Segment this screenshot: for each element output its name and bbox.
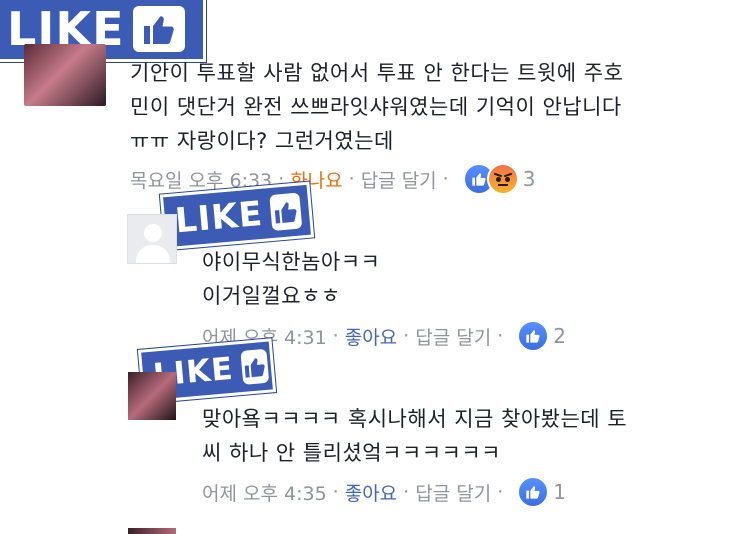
comment-time[interactable]: 어제 오후 4:35: [202, 479, 327, 506]
reply-button[interactable]: 답글 달기: [415, 323, 491, 350]
reaction-summary[interactable]: 2: [517, 320, 566, 352]
like-reaction-icon: [517, 320, 550, 352]
separator: ·: [497, 481, 504, 503]
reply-button[interactable]: 답글 달기: [415, 479, 491, 506]
comment-line: 이거일껄요ㅎㅎ: [202, 284, 341, 308]
comment-meta: 어제 오후 4:35 · 좋아요 · 답글 달기 · 1: [202, 476, 566, 508]
separator: ·: [332, 481, 339, 503]
reaction-button[interactable]: 좋아요: [345, 323, 397, 350]
angry-reaction-icon: [486, 163, 519, 195]
reaction-summary[interactable]: 3: [462, 163, 536, 195]
comment-line: 민이 댓단거 완전 쓰쁘라잇샤워였는데 기억이 안납니다: [130, 95, 622, 119]
comment-line: 씨 하나 안 틀리셨엌ㅋㅋㅋㅋㅋㅋ: [202, 441, 502, 465]
reaction-count: 2: [553, 324, 566, 348]
comment-meta: 목요일 오후 6:33 · 화나요 · 답글 달기 · 3: [130, 163, 536, 195]
separator: ·: [442, 168, 449, 190]
comment-body: 맞아욬ㅋㅋㅋㅋ 혹시나해서 지금 찾아봤는데 토 씨 하나 안 틀리셨엌ㅋㅋㅋㅋ…: [202, 402, 742, 470]
avatar-placeholder[interactable]: [127, 214, 177, 264]
avatar[interactable]: [24, 44, 106, 106]
comment-body: 야이무식한놈아ㅋㅋ 이거일껄요ㅎㅎ: [202, 245, 742, 313]
separator: ·: [332, 325, 339, 347]
reaction-count: 1: [553, 480, 566, 504]
separator: ·: [348, 168, 355, 190]
comment-line: 기안이 투표할 사람 없어서 투표 안 한다는 트윗에 주호: [130, 61, 624, 85]
like-sticker: LIKE: [159, 181, 315, 251]
comment-line: ㅠㅠ 자랑이다? 그런거였는데: [130, 129, 394, 153]
separator: ·: [497, 325, 504, 347]
avatar[interactable]: [128, 372, 176, 420]
comment-line: 맞아욬ㅋㅋㅋㅋ 혹시나해서 지금 찾아봤는데 토: [202, 407, 628, 431]
thumbs-up-icon: [269, 192, 303, 231]
comment-body: 기안이 투표할 사람 없어서 투표 안 한다는 트윗에 주호 민이 댓단거 완전…: [130, 56, 740, 158]
thumbs-up-icon: [239, 348, 269, 385]
reply-button[interactable]: 답글 달기: [361, 166, 437, 193]
comment-line: 야이무식한놈아ㅋㅋ: [202, 250, 381, 274]
reaction-summary[interactable]: 1: [517, 476, 566, 508]
reaction-count: 3: [522, 167, 536, 191]
like-sticker-text: LIKE: [173, 193, 265, 242]
like-reaction-icon: [517, 476, 550, 508]
avatar[interactable]: [128, 528, 176, 534]
separator: ·: [403, 325, 410, 347]
thumbs-up-icon: [132, 6, 185, 52]
separator: ·: [403, 481, 410, 503]
reaction-button[interactable]: 좋아요: [345, 479, 397, 506]
